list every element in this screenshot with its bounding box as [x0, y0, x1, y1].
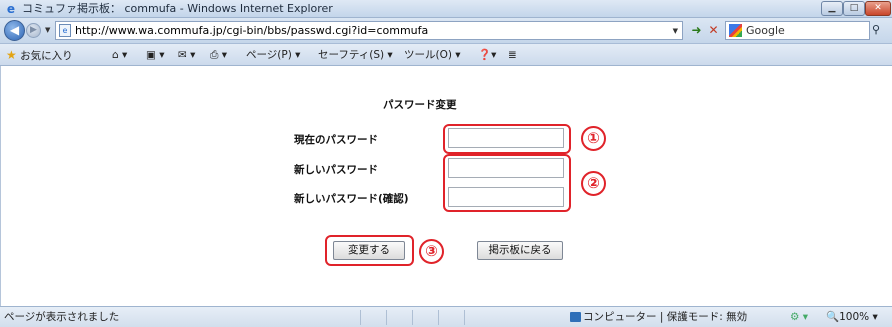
- highlight-new-passwords: [443, 154, 571, 212]
- mail-icon[interactable]: ✉ ▾: [178, 48, 195, 62]
- feeds-icon[interactable]: ▣ ▾: [146, 48, 165, 62]
- favorites-button[interactable]: ★ お気に入り: [6, 48, 73, 63]
- research-icon[interactable]: ≣: [508, 48, 517, 62]
- favorites-star-icon: ★: [6, 48, 17, 62]
- favorites-label: お気に入り: [20, 50, 73, 62]
- address-toolbar: ◀ ▶ ▼ e http://www.wa.commufa.jp/cgi-bin…: [0, 18, 892, 44]
- command-bar: ★ お気に入り ⌂ ▾ ▣ ▾ ✉ ▾ ⎙ ▾ ページ(P) ▾ セーフティ(S…: [0, 44, 892, 66]
- zoom-value: 100%: [839, 311, 870, 323]
- close-icon: ✕: [874, 3, 882, 13]
- minimize-button[interactable]: ▁: [821, 1, 843, 16]
- print-icon[interactable]: ⎙ ▾: [210, 48, 227, 62]
- history-dropdown-icon[interactable]: ▼: [45, 26, 50, 34]
- forward-button[interactable]: ▶: [26, 23, 41, 38]
- maximize-button[interactable]: □: [843, 1, 865, 16]
- status-divider: [360, 310, 361, 325]
- search-input[interactable]: Google: [725, 21, 870, 40]
- highlight-change-button: [325, 235, 414, 266]
- back-button[interactable]: ◀: [4, 20, 25, 41]
- title-bar: e コミュファ掲示板： commufa - Windows Internet E…: [0, 0, 892, 18]
- search-icon[interactable]: ⚲: [872, 23, 880, 36]
- minimize-icon: ▁: [828, 3, 836, 13]
- zoom-level[interactable]: 🔍100% ▾: [826, 311, 878, 324]
- forward-arrow-icon: ▶: [30, 25, 37, 35]
- maximize-icon: □: [849, 3, 859, 13]
- computer-zone-icon: [570, 312, 581, 322]
- status-bar: ページが表示されました コンピューター | 保護モード: 無効 ⚙ ▾ 🔍100…: [0, 306, 892, 327]
- current-password-label: 現在のパスワード: [294, 134, 378, 146]
- window-title: コミュファ掲示板： commufa - Windows Internet Exp…: [22, 2, 333, 15]
- highlight-current-password: [443, 124, 571, 154]
- internet-explorer-icon: e: [6, 2, 16, 16]
- page-title: パスワード変更: [383, 99, 457, 111]
- back-to-board-button[interactable]: 掲示板に戻る: [477, 241, 563, 260]
- security-zone-text[interactable]: コンピューター | 保護モード: 無効: [583, 311, 747, 324]
- new-password-label: 新しいパスワード: [294, 164, 378, 176]
- back-arrow-icon: ◀: [9, 23, 20, 37]
- help-icon[interactable]: ❓▾: [478, 48, 496, 62]
- status-divider: [438, 310, 439, 325]
- marker-3: ③: [419, 239, 444, 264]
- page-icon: e: [59, 24, 71, 37]
- status-divider: [412, 310, 413, 325]
- url-text[interactable]: http://www.wa.commufa.jp/cgi-bin/bbs/pas…: [75, 24, 428, 38]
- confirm-password-label: 新しいパスワード(確認): [294, 193, 409, 205]
- address-dropdown-icon[interactable]: ▼: [673, 27, 678, 35]
- home-icon[interactable]: ⌂ ▾: [112, 48, 127, 62]
- marker-1: ①: [581, 126, 606, 151]
- page-menu[interactable]: ページ(P) ▾: [246, 48, 300, 62]
- stop-icon[interactable]: ✕: [705, 21, 722, 40]
- add-ons-icon[interactable]: ⚙ ▾: [790, 311, 808, 324]
- google-logo-icon: [729, 24, 742, 37]
- status-text: ページが表示されました: [4, 311, 120, 323]
- go-arrow-icon[interactable]: ➜: [688, 21, 705, 40]
- page-content: パスワード変更 現在のパスワード 新しいパスワード 新しいパスワード(確認) ①…: [0, 66, 892, 306]
- search-placeholder: Google: [746, 24, 785, 37]
- tools-menu[interactable]: ツール(O) ▾: [404, 48, 461, 62]
- safety-menu[interactable]: セーフティ(S) ▾: [318, 48, 393, 62]
- close-button[interactable]: ✕: [865, 1, 891, 16]
- address-field[interactable]: e http://www.wa.commufa.jp/cgi-bin/bbs/p…: [55, 21, 683, 40]
- marker-2: ②: [581, 171, 606, 196]
- status-divider: [386, 310, 387, 325]
- status-divider: [464, 310, 465, 325]
